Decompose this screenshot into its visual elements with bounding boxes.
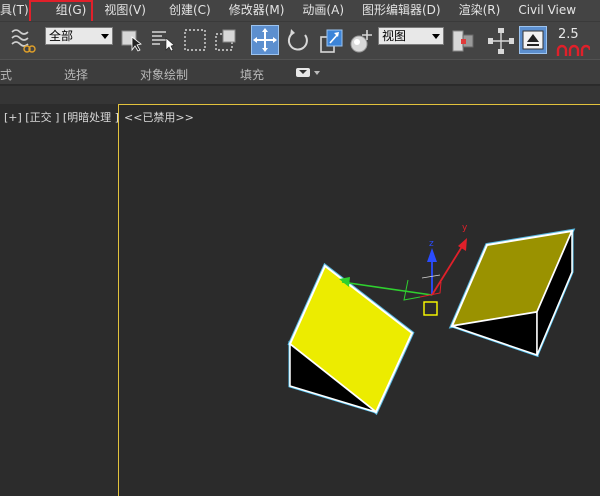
gizmo-y-label: y [462,223,468,233]
selected-box-right[interactable] [448,228,576,358]
viewport-scene: z y [287,223,576,416]
selected-box-left[interactable] [287,262,415,416]
gizmo-z-label: z [429,239,434,249]
